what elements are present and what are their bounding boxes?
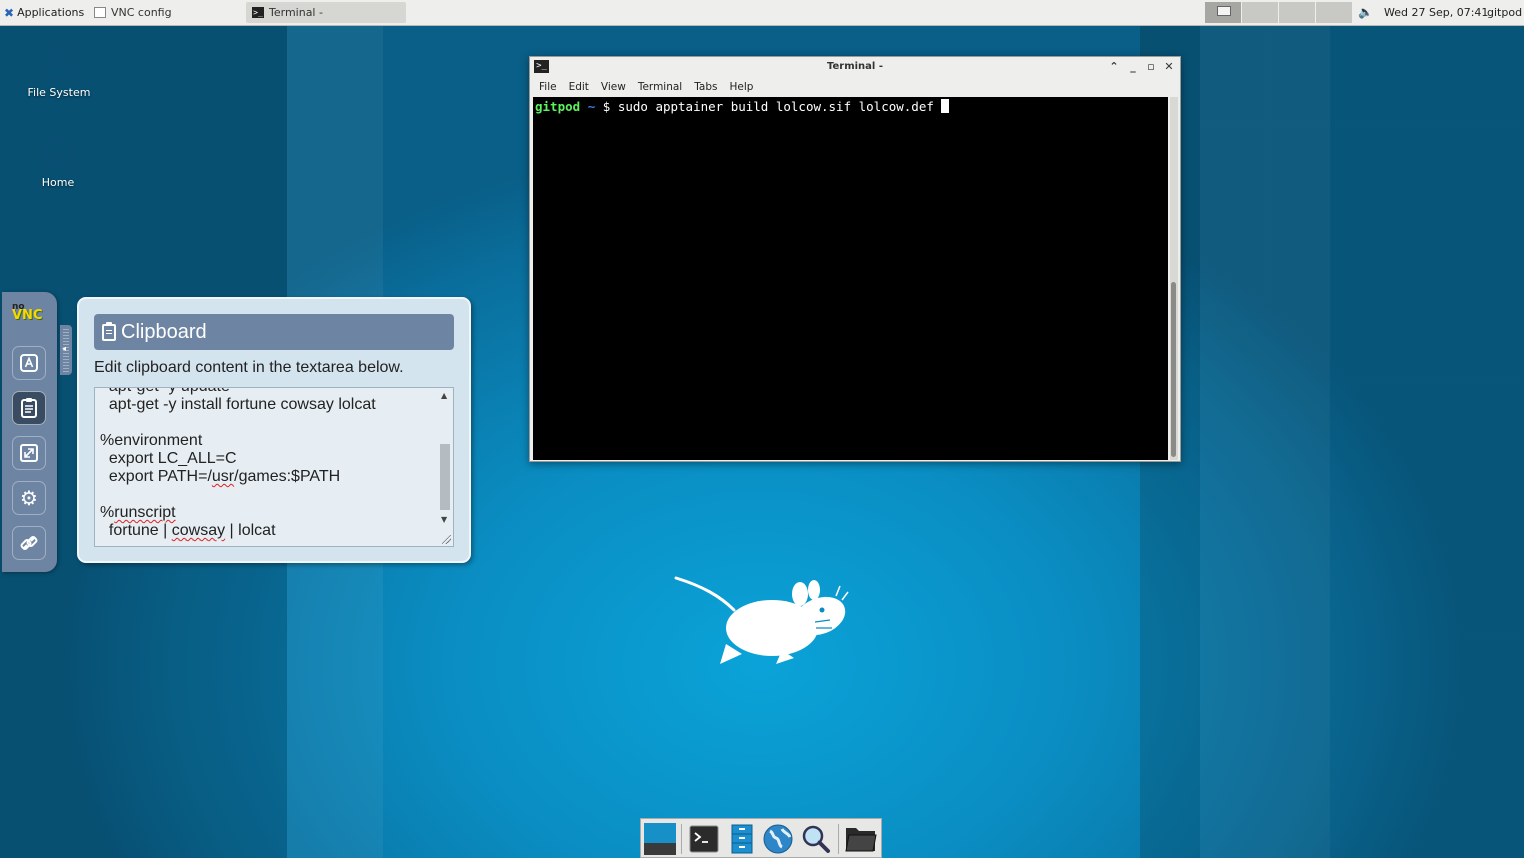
settings-button[interactable]: ⚙ bbox=[12, 481, 46, 515]
window-icon bbox=[94, 7, 106, 18]
clipboard-panel: Clipboard Edit clipboard content in the … bbox=[77, 297, 471, 563]
text-line: apt-get -y install fortune cowsay lolcat bbox=[100, 396, 376, 413]
dock-search[interactable] bbox=[799, 822, 833, 856]
terminal-command: sudo apptainer build lolcow.sif lolcow.d… bbox=[617, 99, 934, 114]
shade-button[interactable]: ⌃ bbox=[1106, 59, 1122, 75]
text-line: %environment bbox=[100, 432, 203, 449]
menu-edit[interactable]: Edit bbox=[569, 81, 589, 93]
dock-file-manager[interactable] bbox=[725, 822, 759, 856]
xfce-mouse-logo bbox=[674, 576, 849, 664]
textarea-scrollbar[interactable]: ▲ ▼ bbox=[438, 389, 452, 546]
scroll-up-arrow-icon[interactable]: ▲ bbox=[441, 391, 447, 400]
clipboard-button[interactable] bbox=[12, 391, 46, 425]
taskbar-item-terminal[interactable]: >_ Terminal - bbox=[246, 2, 406, 23]
home-icon bbox=[40, 135, 76, 169]
scrollbar-thumb[interactable] bbox=[440, 444, 450, 510]
dock-terminal[interactable] bbox=[687, 822, 721, 856]
clipboard-icon bbox=[102, 321, 116, 341]
dock-show-desktop[interactable] bbox=[643, 822, 677, 856]
text-line: export LC_ALL=C bbox=[100, 450, 237, 467]
control-bar-handle[interactable]: ◂ bbox=[60, 325, 72, 375]
terminal-command-line: gitpod ~ $ sudo apptainer build lolcow.s… bbox=[535, 99, 950, 114]
show-desktop-icon bbox=[644, 823, 676, 855]
bg-band bbox=[1200, 25, 1330, 858]
taskbar-item-vnc-config[interactable]: VNC config bbox=[88, 2, 244, 23]
menu-file[interactable]: File bbox=[539, 81, 557, 93]
file-cabinet-icon bbox=[731, 824, 753, 854]
window-titlebar[interactable]: >_ Terminal - ⌃ _ ▫ ✕ bbox=[530, 57, 1180, 77]
logo-text-vnc: VNC bbox=[12, 308, 43, 323]
prompt-symbol: $ bbox=[602, 99, 611, 114]
novnc-logo: no VNC bbox=[12, 302, 43, 323]
top-panel: ✖ Applications VNC config >_ Terminal - … bbox=[0, 0, 1524, 26]
resize-grip-icon[interactable] bbox=[442, 535, 451, 544]
text-line: %runscript bbox=[100, 504, 176, 521]
xfce-logo-icon: ✖ bbox=[4, 5, 15, 20]
dock-separator bbox=[838, 824, 839, 854]
clipboard-header: Clipboard bbox=[94, 314, 454, 350]
desktop-icon-home[interactable]: Home bbox=[8, 134, 108, 189]
terminal-icon bbox=[689, 825, 719, 853]
globe-icon bbox=[763, 824, 793, 854]
menu-help[interactable]: Help bbox=[729, 81, 753, 93]
terminal-window[interactable]: >_ Terminal - ⌃ _ ▫ ✕ File Edit View Ter… bbox=[529, 56, 1181, 462]
bottom-dock bbox=[640, 818, 882, 858]
minimize-button[interactable]: _ bbox=[1125, 59, 1141, 75]
applications-label: Applications bbox=[17, 6, 85, 19]
text-line: apt-get -y update bbox=[100, 388, 230, 395]
taskbar-item-label: Terminal - bbox=[269, 6, 323, 19]
keyboard-key-icon bbox=[20, 354, 38, 372]
text-cursor bbox=[941, 99, 950, 113]
workspace-1[interactable] bbox=[1205, 2, 1241, 23]
prompt-user: gitpod bbox=[535, 99, 581, 114]
dock-folder[interactable] bbox=[844, 822, 878, 856]
novnc-control-bar: no VNC ⚙ bbox=[2, 292, 57, 572]
volume-icon[interactable]: 🔈 bbox=[1358, 5, 1373, 19]
drive-icon bbox=[41, 42, 77, 80]
dock-web-browser[interactable] bbox=[761, 822, 795, 856]
taskbar-item-label: VNC config bbox=[111, 6, 172, 19]
clock[interactable]: Wed 27 Sep, 07:41 bbox=[1384, 6, 1488, 19]
terminal-menubar: File Edit View Terminal Tabs Help bbox=[530, 77, 1180, 97]
menu-tabs[interactable]: Tabs bbox=[694, 81, 717, 93]
applications-menu-button[interactable]: ✖ Applications bbox=[0, 0, 88, 25]
scroll-down-arrow-icon[interactable]: ▼ bbox=[441, 515, 447, 524]
extra-keys-button[interactable] bbox=[12, 346, 46, 380]
fullscreen-button[interactable] bbox=[12, 436, 46, 470]
clipboard-title: Clipboard bbox=[121, 320, 207, 343]
scrollbar-thumb[interactable] bbox=[1171, 282, 1176, 457]
text-line: fortune | cowsay | lolcat bbox=[100, 522, 276, 539]
menu-terminal[interactable]: Terminal bbox=[638, 81, 682, 93]
gear-icon: ⚙ bbox=[20, 486, 38, 510]
desktop-icon-file-system[interactable]: File System bbox=[9, 42, 109, 99]
maximize-button[interactable]: ▫ bbox=[1143, 59, 1159, 75]
desktop-icon-label: Home bbox=[41, 176, 75, 189]
window-title: Terminal - bbox=[827, 61, 883, 72]
desktop-icon-label: File System bbox=[27, 86, 91, 99]
workspace-window-thumb bbox=[1217, 6, 1231, 16]
close-button[interactable]: ✕ bbox=[1161, 59, 1177, 75]
workspace-3[interactable] bbox=[1279, 2, 1315, 23]
disconnect-button[interactable] bbox=[12, 526, 46, 560]
clipboard-description: Edit clipboard content in the textarea b… bbox=[94, 359, 404, 376]
clipboard-textarea[interactable]: apt-get -y update apt-get -y install for… bbox=[94, 387, 454, 547]
workspace-2[interactable] bbox=[1242, 2, 1278, 23]
menu-view[interactable]: View bbox=[601, 81, 626, 93]
fullscreen-icon bbox=[20, 444, 38, 462]
terminal-scrollbar[interactable] bbox=[1170, 97, 1178, 460]
workspace-4[interactable] bbox=[1316, 2, 1352, 23]
user-name[interactable]: gitpod bbox=[1487, 6, 1522, 19]
collapse-arrow-icon: ◂ bbox=[62, 344, 67, 353]
dock-separator bbox=[681, 824, 682, 854]
clipboard-icon bbox=[21, 398, 37, 418]
search-icon bbox=[802, 825, 830, 853]
folder-icon bbox=[845, 828, 877, 852]
clipboard-text: apt-get -y update apt-get -y install for… bbox=[100, 388, 376, 540]
terminal-output[interactable]: gitpod ~ $ sudo apptainer build lolcow.s… bbox=[533, 97, 1168, 460]
text-line: export PATH=/usr/games:$PATH bbox=[100, 468, 341, 485]
terminal-icon: >_ bbox=[252, 7, 264, 18]
prompt-directory: ~ bbox=[587, 99, 596, 114]
disconnect-icon bbox=[20, 536, 38, 550]
